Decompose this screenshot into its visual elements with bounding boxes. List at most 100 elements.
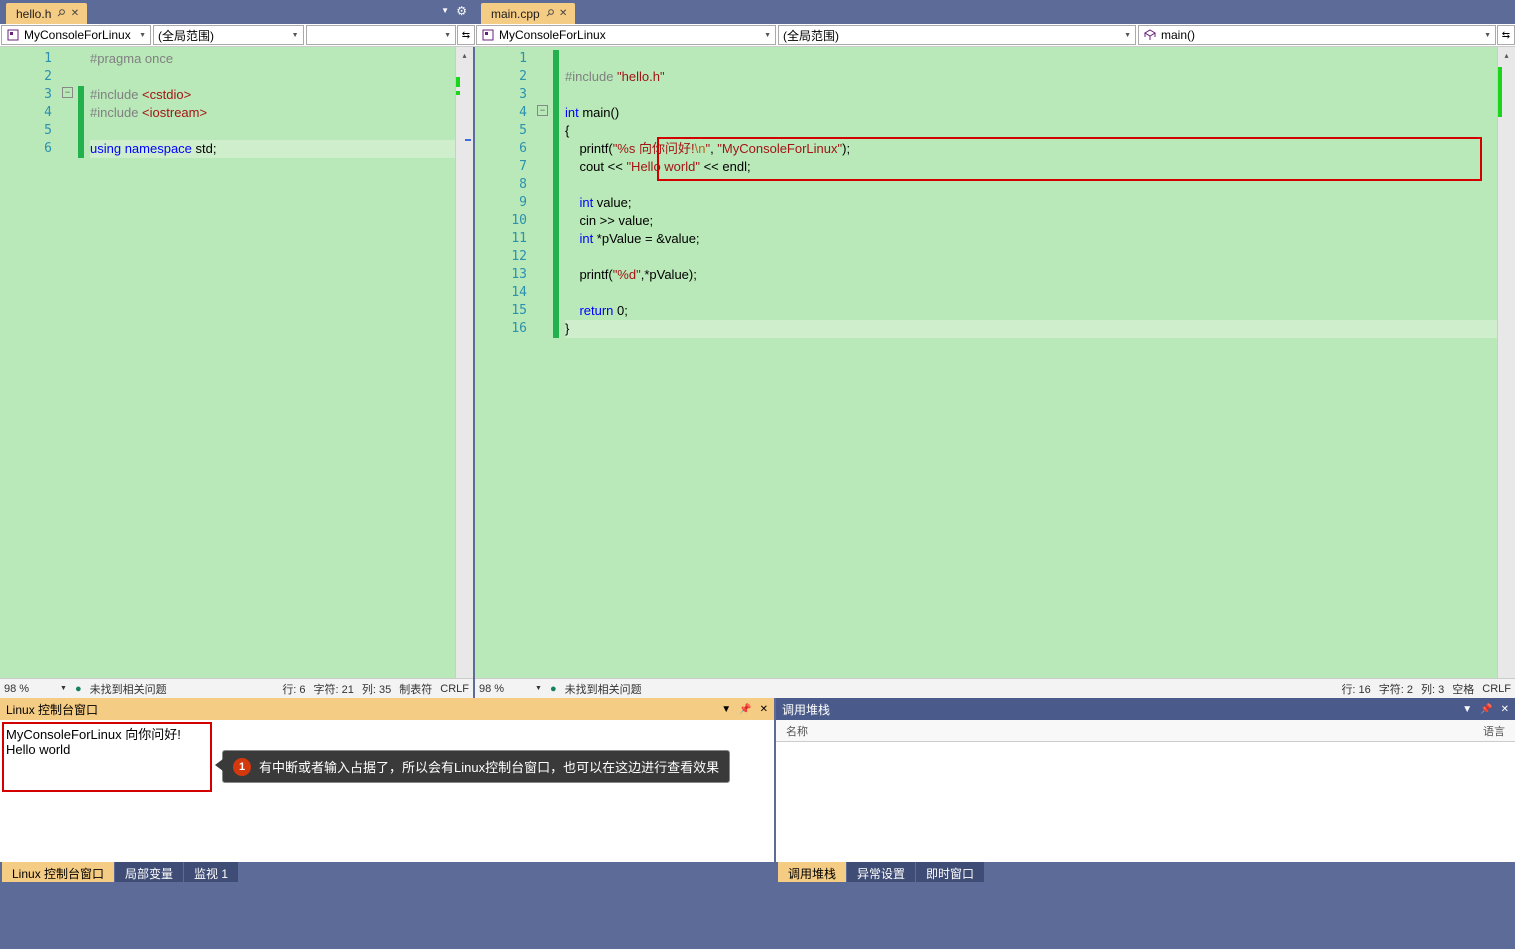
- col-lang[interactable]: 语言: [1483, 723, 1505, 739]
- code-editor[interactable]: 12345678910111213141516 − #include "hell…: [475, 47, 1515, 678]
- col-name[interactable]: 名称: [786, 723, 1483, 739]
- vertical-scrollbar[interactable]: ▴: [455, 47, 473, 678]
- code-line[interactable]: cin >> value;: [565, 212, 1497, 230]
- callstack-header: 调用堆栈 ▼ 📌 ✕: [776, 698, 1515, 720]
- nav-bar-left: MyConsoleForLinux ▼ (全局范围) ▼ ▼ ⇆: [0, 24, 475, 47]
- chevron-down-icon: ▼: [133, 32, 146, 39]
- status-bar-left: 98 %▼ ● 未找到相关问题 行: 6 字符: 21 列: 35 制表符 CR…: [0, 678, 473, 698]
- code-line[interactable]: }: [565, 320, 1497, 338]
- code-line[interactable]: #include "hello.h": [565, 68, 1497, 86]
- code-line[interactable]: [565, 176, 1497, 194]
- panel-tab[interactable]: 即时窗口: [916, 862, 984, 882]
- scope-combo[interactable]: (全局范围) ▼: [778, 25, 1136, 45]
- pin-icon[interactable]: ⚲: [543, 7, 556, 20]
- combo-text: (全局范围): [158, 27, 214, 44]
- vertical-scrollbar[interactable]: ▴: [1497, 47, 1515, 678]
- code-line[interactable]: printf("%s 向你问好!\n", "MyConsoleForLinux"…: [565, 140, 1497, 158]
- project-icon: [481, 28, 495, 42]
- project-combo[interactable]: MyConsoleForLinux ▼: [1, 25, 151, 45]
- code-line[interactable]: printf("%d",*pValue);: [565, 266, 1497, 284]
- code-line[interactable]: return 0;: [565, 302, 1497, 320]
- check-icon: ●: [75, 683, 82, 695]
- close-icon[interactable]: ✕: [1501, 704, 1509, 715]
- close-icon[interactable]: ✕: [760, 704, 768, 715]
- code-line[interactable]: [565, 86, 1497, 104]
- panel-tab[interactable]: Linux 控制台窗口: [2, 862, 114, 882]
- panel-tab[interactable]: 调用堆栈: [778, 862, 846, 882]
- line-gutter: 12345678910111213141516: [475, 47, 537, 678]
- callstack-body[interactable]: [776, 742, 1515, 862]
- code-line[interactable]: #include <iostream>: [90, 104, 455, 122]
- code-line[interactable]: int value;: [565, 194, 1497, 212]
- scope-combo[interactable]: (全局范围) ▼: [153, 25, 304, 45]
- zoom-combo[interactable]: 98 %: [479, 683, 527, 695]
- console-tab-strip: Linux 控制台窗口局部变量监视 1: [0, 862, 774, 884]
- tab-main-cpp[interactable]: main.cpp ⚲ ✕: [481, 3, 575, 24]
- code-line[interactable]: [90, 122, 455, 140]
- code-editor[interactable]: 123456 − #pragma once#include <cstdio>#i…: [0, 47, 473, 678]
- annotation-text: 有中断或者输入占据了，所以会有Linux控制台窗口，也可以在这边进行查看效果: [259, 757, 719, 776]
- console-line: MyConsoleForLinux 向你问好!: [6, 724, 768, 742]
- tabs-label: 制表符: [399, 681, 432, 697]
- callstack-panel: 调用堆栈 ▼ 📌 ✕ 名称 语言 调用堆栈异常设置即时窗口: [776, 698, 1515, 884]
- code-lines[interactable]: #pragma once #include <cstdio>#include <i…: [90, 47, 455, 678]
- code-line[interactable]: [565, 248, 1497, 266]
- code-line[interactable]: #pragma once: [90, 50, 455, 68]
- code-line[interactable]: #include <cstdio>: [90, 86, 455, 104]
- code-line[interactable]: int *pValue = &value;: [565, 230, 1497, 248]
- pin-icon[interactable]: 📌: [1480, 704, 1492, 715]
- combo-text: MyConsoleForLinux: [499, 28, 606, 42]
- console-header: Linux 控制台窗口 ▼ 📌 ✕: [0, 698, 774, 720]
- panel-title: Linux 控制台窗口: [6, 701, 98, 718]
- project-combo[interactable]: MyConsoleForLinux ▼: [476, 25, 776, 45]
- fold-minus-icon[interactable]: −: [537, 105, 548, 116]
- code-lines[interactable]: #include "hello.h" int main(){ printf("%s…: [565, 47, 1497, 678]
- dropdown-icon[interactable]: ▼: [721, 704, 731, 715]
- tab-label: main.cpp: [491, 7, 540, 21]
- split-button[interactable]: ⇆: [457, 25, 475, 45]
- panel-tab[interactable]: 监视 1: [184, 862, 238, 882]
- char-label: 字符: 21: [314, 681, 354, 697]
- split-button[interactable]: ⇆: [1497, 25, 1515, 45]
- gear-icon[interactable]: ⚙: [456, 4, 467, 18]
- scroll-up-icon[interactable]: ▴: [456, 47, 473, 64]
- line-label: 行: 16: [1341, 681, 1370, 697]
- panel-tab[interactable]: 局部变量: [115, 862, 183, 882]
- fold-column: −: [62, 47, 76, 678]
- zoom-combo[interactable]: 98 %: [4, 683, 52, 695]
- close-icon[interactable]: ✕: [71, 8, 79, 19]
- eol-label: CRLF: [1482, 683, 1511, 695]
- col-label: 列: 3: [1421, 681, 1444, 697]
- function-combo[interactable]: main() ▼: [1138, 25, 1496, 45]
- dropdown-icon[interactable]: ▼: [1462, 704, 1472, 715]
- code-line[interactable]: [565, 284, 1497, 302]
- close-icon[interactable]: ✕: [559, 8, 567, 19]
- project-icon: [6, 28, 20, 42]
- pin-icon[interactable]: 📌: [739, 704, 751, 715]
- console-content[interactable]: MyConsoleForLinux 向你问好!Hello world 1 有中断…: [0, 720, 774, 862]
- code-line[interactable]: int main(): [565, 104, 1497, 122]
- chevron-down-icon: ▼: [286, 32, 299, 39]
- tab-hello-h[interactable]: hello.h ⚲ ✕: [6, 3, 87, 24]
- code-line[interactable]: [565, 50, 1497, 68]
- tab-label: hello.h: [16, 7, 51, 21]
- editor-pane-right: 12345678910111213141516 − #include "hell…: [475, 47, 1515, 698]
- scroll-up-icon[interactable]: ▴: [1498, 47, 1515, 64]
- code-line[interactable]: using namespace std;: [90, 140, 455, 158]
- line-label: 行: 6: [282, 681, 305, 697]
- combo-text: main(): [1161, 28, 1195, 42]
- col-label: 列: 35: [362, 681, 391, 697]
- function-combo[interactable]: ▼: [306, 25, 457, 45]
- code-line[interactable]: [90, 68, 455, 86]
- issues-label: 未找到相关问题: [90, 681, 167, 697]
- code-line[interactable]: cout << "Hello world" << endl;: [565, 158, 1497, 176]
- fold-minus-icon[interactable]: −: [62, 87, 73, 98]
- tab-dropdown-icon[interactable]: ▼: [441, 6, 449, 15]
- change-margin: [76, 47, 90, 678]
- chevron-down-icon: ▼: [1118, 32, 1131, 39]
- editor-pane-left: 123456 − #pragma once#include <cstdio>#i…: [0, 47, 475, 698]
- panel-tab[interactable]: 异常设置: [847, 862, 915, 882]
- annotation-callout: 1 有中断或者输入占据了，所以会有Linux控制台窗口，也可以在这边进行查看效果: [222, 750, 730, 783]
- code-line[interactable]: {: [565, 122, 1497, 140]
- pin-icon[interactable]: ⚲: [55, 7, 68, 20]
